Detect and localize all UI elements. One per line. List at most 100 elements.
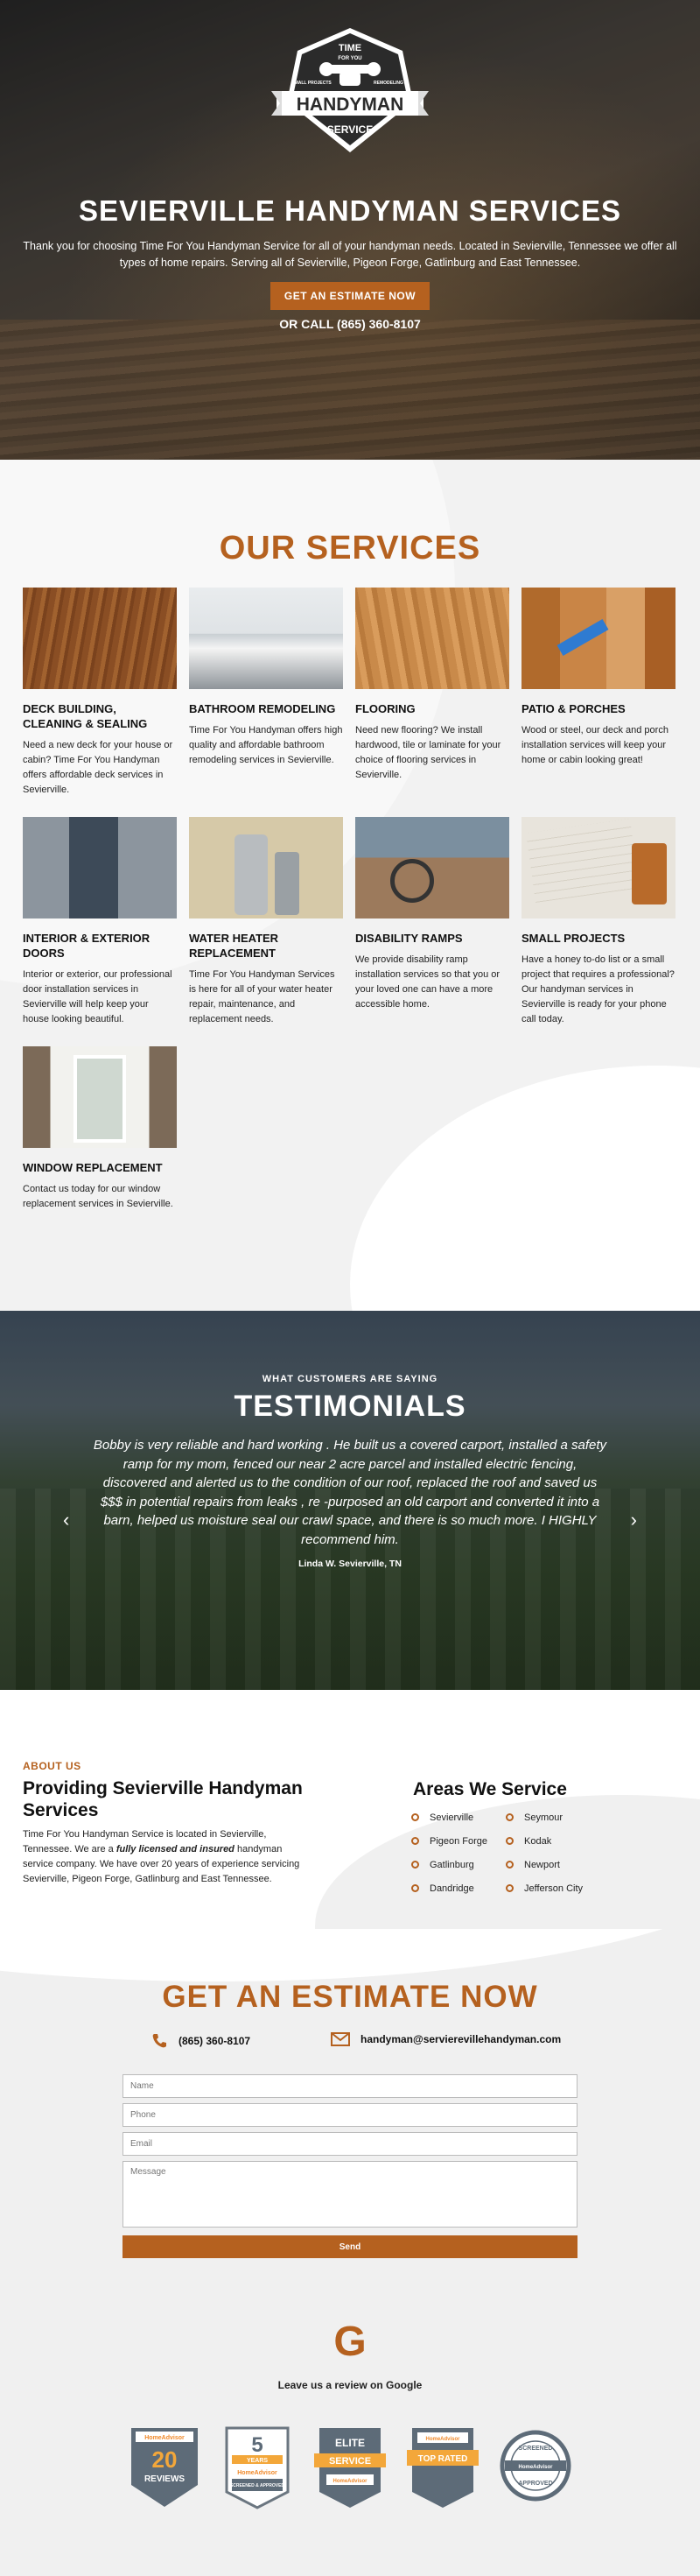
google-icon[interactable]: G (328, 2318, 372, 2366)
homeadvisor-top-rated-badge: HomeAdvisor TOP RATED (407, 2428, 479, 2508)
service-title: FLOORING (355, 702, 416, 715)
about-kicker: ABOUT US (23, 1760, 81, 1772)
send-button[interactable]: Send (122, 2235, 578, 2258)
bathroom-photo (189, 588, 343, 689)
svg-text:APPROVED: APPROVED (518, 2481, 552, 2487)
svg-text:SCREENED & APPROVED: SCREENED & APPROVED (230, 2483, 284, 2488)
estimate-form: Send (122, 2074, 578, 2258)
service-text: Contact us today for our window replacem… (23, 1184, 173, 1209)
svg-text:HANDYMAN: HANDYMAN (297, 95, 404, 115)
svg-text:ELITE: ELITE (335, 2437, 365, 2449)
chevron-right-icon[interactable]: › (631, 1509, 637, 1531)
service-title: BATHROOM REMODELING (189, 702, 336, 715)
service-title: DISABILITY RAMPS (355, 932, 463, 945)
homeadvisor-years-badge: 5 YEARS HomeAdvisor SCREENED & APPROVED (225, 2426, 290, 2509)
service-title: WATER HEATER REPLACEMENT (189, 932, 279, 960)
services-section: OUR SERVICES DECK BUILDING, CLEANING & S… (0, 460, 700, 1311)
area-item: Newport (506, 1857, 593, 1881)
service-card[interactable]: SMALL PROJECTS Have a honey to-do list o… (522, 817, 676, 1046)
service-text: Time For You Handyman Services is here f… (189, 969, 335, 1024)
service-text: We provide disability ramp installation … (355, 954, 500, 1010)
phone-contact[interactable]: (865) 360-8107 (150, 2032, 250, 2050)
get-estimate-button[interactable]: GET AN ESTIMATE NOW (270, 282, 430, 310)
svg-text:SMALL PROJECTS: SMALL PROJECTS (291, 81, 332, 86)
svg-text:YEARS: YEARS (247, 2458, 268, 2464)
svg-text:HomeAdvisor: HomeAdvisor (332, 2479, 368, 2484)
area-item: Jefferson City (506, 1881, 593, 1904)
svg-text:SCREENED: SCREENED (519, 2446, 553, 2452)
chevron-left-icon[interactable]: ‹ (63, 1509, 69, 1531)
svg-text:20: 20 (152, 2446, 178, 2473)
background-photo (0, 320, 700, 460)
svg-text:HomeAdvisor: HomeAdvisor (237, 2470, 277, 2476)
service-text: Need new flooring? We install hardwood, … (355, 725, 501, 780)
service-card[interactable]: BATHROOM REMODELING Time For You Handyma… (189, 588, 343, 817)
service-card[interactable]: WINDOW REPLACEMENT Contact us today for … (23, 1046, 177, 1276)
service-card[interactable]: DISABILITY RAMPS We provide disability r… (355, 817, 509, 1046)
circle-bullet-icon (411, 1884, 419, 1892)
svg-text:SERVICE: SERVICE (327, 123, 373, 136)
svg-text:REMODELING: REMODELING (374, 81, 403, 86)
logo[interactable]: TIME FOR YOU SMALL PROJECTS REMODELING H… (271, 25, 429, 156)
service-title: PATIO & PORCHES (522, 702, 626, 715)
envelope-icon (331, 2032, 350, 2046)
service-text: Time For You Handyman offers high qualit… (189, 725, 343, 765)
door-photo (23, 817, 177, 918)
service-card[interactable]: PATIO & PORCHES Wood or steel, our deck … (522, 588, 676, 817)
svg-text:FOR YOU: FOR YOU (338, 56, 361, 61)
flooring-photo (355, 588, 509, 689)
call-link[interactable]: OR CALL (865) 360-8107 (0, 317, 700, 331)
name-field[interactable] (122, 2074, 578, 2098)
about-body: Time For You Handyman Service is located… (23, 1829, 300, 1884)
reviews-section: G Leave us a review on Google HomeAdviso… (0, 2291, 700, 2576)
email-field[interactable] (122, 2132, 578, 2156)
estimate-section: GET AN ESTIMATE NOW (865) 360-8107 handy… (0, 1929, 700, 2291)
area-item: Sevierville (411, 1810, 499, 1833)
svg-text:HomeAdvisor: HomeAdvisor (144, 2435, 185, 2441)
services-heading: OUR SERVICES (219, 530, 481, 567)
window-photo (23, 1046, 177, 1148)
testimonials-kicker: WHAT CUSTOMERS ARE SAYING (262, 1374, 438, 1384)
water-heater-photo (189, 817, 343, 918)
service-card[interactable]: WATER HEATER REPLACEMENT Time For You Ha… (189, 817, 343, 1046)
circle-bullet-icon (506, 1884, 514, 1892)
service-title: WINDOW REPLACEMENT (23, 1161, 163, 1174)
service-title: SMALL PROJECTS (522, 932, 626, 945)
area-item: Dandridge (411, 1881, 499, 1904)
circle-bullet-icon (411, 1861, 419, 1869)
circle-bullet-icon (411, 1837, 419, 1845)
service-card[interactable]: DECK BUILDING, CLEANING & SEALING Need a… (23, 588, 177, 817)
circle-bullet-icon (411, 1813, 419, 1821)
google-review-link[interactable]: Leave us a review on Google (0, 2379, 700, 2391)
services-grid: DECK BUILDING, CLEANING & SEALING Need a… (23, 588, 679, 1276)
phone-field[interactable] (122, 2103, 578, 2127)
testimonials-section: WHAT CUSTOMERS ARE SAYING TESTIMONIALS B… (0, 1311, 700, 1690)
phone-icon (152, 2034, 166, 2048)
homeadvisor-elite-badge: ELITE SERVICE HomeAdvisor (314, 2428, 386, 2508)
circle-bullet-icon (506, 1813, 514, 1821)
email-contact[interactable]: handyman@servierevillehandyman.com (331, 2032, 561, 2046)
service-card[interactable]: INTERIOR & EXTERIOR DOORS Interior or ex… (23, 817, 177, 1046)
svg-text:5: 5 (251, 2433, 262, 2457)
page-title: SEVIERVILLE HANDYMAN SERVICES (78, 194, 622, 227)
message-field[interactable] (122, 2161, 578, 2228)
area-item: Kodak (506, 1833, 593, 1857)
badges-row: HomeAdvisor 20 REVIEWS 5 YEARS HomeAdvis… (127, 2424, 573, 2511)
service-text: Interior or exterior, our professional d… (23, 969, 172, 1024)
testimonials-heading: TESTIMONIALS (234, 1390, 466, 1423)
service-text: Wood or steel, our deck and porch instal… (522, 725, 668, 765)
hero-section: TIME FOR YOU SMALL PROJECTS REMODELING H… (0, 0, 700, 460)
service-card[interactable]: FLOORING Need new flooring? We install h… (355, 588, 509, 817)
service-text: Need a new deck for your house or cabin?… (23, 740, 173, 795)
estimate-heading: GET AN ESTIMATE NOW (162, 1980, 538, 2014)
areas-heading: Areas We Service (413, 1779, 567, 1799)
service-title: INTERIOR & EXTERIOR DOORS (23, 932, 150, 960)
svg-text:TIME: TIME (339, 43, 361, 53)
homeadvisor-reviews-badge: HomeAdvisor 20 REVIEWS (131, 2428, 198, 2507)
homeadvisor-screened-badge: SCREENED HomeAdvisor APPROVED (500, 2430, 571, 2502)
tools-blueprint-photo (522, 817, 676, 918)
area-item: Pigeon Forge (411, 1833, 499, 1857)
service-text: Have a honey to-do list or a small proje… (522, 954, 675, 1024)
testimonial-author: Linda W. Sevierville, TN (298, 1559, 402, 1569)
svg-text:TOP RATED: TOP RATED (418, 2454, 468, 2464)
